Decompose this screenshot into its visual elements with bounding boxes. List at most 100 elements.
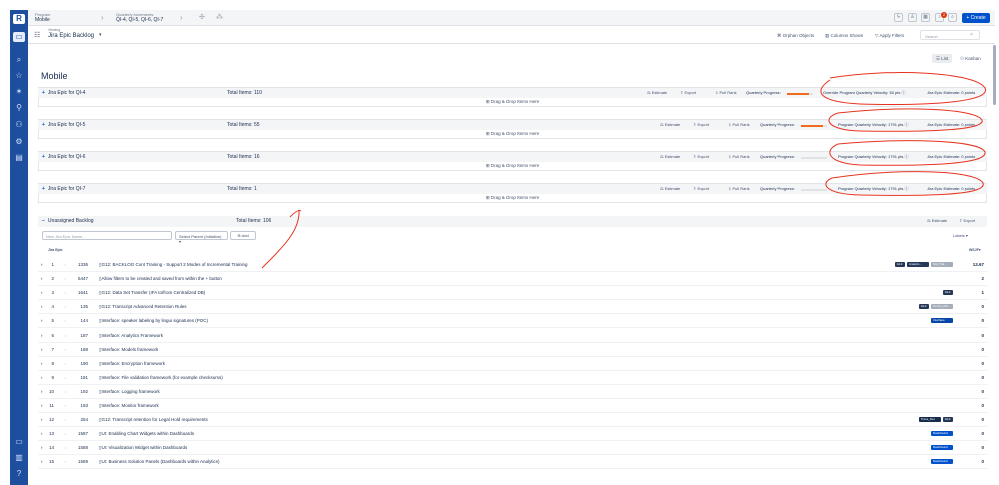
table-row[interactable]: › 7 ◌ 188 ▯Interface: Models framework 0 — [38, 343, 987, 357]
tab-list[interactable]: ☰ List — [932, 54, 953, 63]
table-row[interactable]: › 3 ◌ 1641 ▯G12: Data Set Transfer (IFA to/f… — [38, 286, 987, 301]
label-tag[interactable]: Dashboard — [931, 445, 953, 451]
row-title[interactable]: ▯Interface: Encryption framework — [99, 361, 165, 367]
estimate-button[interactable]: ⚖ Estimate — [647, 90, 667, 95]
new-epic-input[interactable]: New Jira Epic Name... — [42, 231, 172, 240]
collapse-icon[interactable]: − — [42, 218, 45, 224]
hierarchy-icon[interactable]: ⚲ — [13, 103, 25, 113]
table-row[interactable]: › 11 ◌ 193 ▯Interface: Monitor framework 0 — [38, 399, 987, 413]
row-id[interactable]: 1588 — [68, 445, 88, 450]
table-row[interactable]: › 1 ◌ 1336 ▯G12: BACKLOG Cont Training - Sup… — [38, 258, 987, 272]
row-title[interactable]: ▯UI: Enabling Chart Widgets within Dashb… — [99, 431, 194, 437]
label-tag[interactable]: G12 — [942, 290, 953, 296]
create-button[interactable]: + Create — [962, 13, 990, 23]
column-header-epic[interactable]: Jira Epic — [48, 248, 63, 252]
row-id[interactable]: 187 — [68, 333, 88, 338]
add-epic-button[interactable]: ⊕ Add — [230, 231, 256, 240]
pull-rank-button[interactable]: ⇩ Pull Rank — [728, 122, 750, 127]
sparkle-icon[interactable]: ✶ — [13, 87, 25, 97]
drop-zone[interactable]: ⊞ Drag & Drop Items Here — [38, 98, 987, 107]
label-tag[interactable]: Analytic... — [907, 262, 929, 267]
row-id[interactable]: 188 — [68, 347, 88, 352]
vertical-scrollbar[interactable] — [993, 45, 996, 105]
viewing-selector[interactable]: Jira Epic Backlog — [48, 33, 94, 39]
label-tag[interactable]: G12 — [894, 262, 905, 267]
row-id[interactable]: 144 — [68, 318, 88, 323]
drop-zone[interactable]: ⊞ Drag & Drop Items Here — [38, 162, 987, 171]
epic-section-header[interactable]: + Jira Epic for QI-5 Total Items: 55 ⚖ Esti… — [38, 119, 987, 130]
nodes-icon[interactable]: ⁂ — [216, 13, 223, 21]
label-tag[interactable]: Dashboard — [931, 431, 953, 437]
info-icon[interactable]: ⓘ — [905, 122, 909, 127]
estimate-button[interactable]: ⚖ Estimate — [660, 186, 680, 191]
row-title[interactable]: ▯G12: Transcript retention for Legal Hol… — [99, 417, 208, 423]
table-row[interactable]: › 4 ◌ 135 ▯G12: Transcript Advanced Retentio… — [38, 300, 987, 315]
label-tag[interactable]: Comm_Ret... — [931, 304, 953, 310]
estimate-button[interactable]: ⚖ Estimate — [927, 218, 947, 223]
chevron-down-icon[interactable]: ▾ — [99, 32, 102, 38]
info-icon[interactable]: ⓘ — [902, 90, 906, 95]
expand-icon[interactable]: + — [42, 154, 45, 160]
help-icon[interactable]: ? — [13, 469, 25, 479]
orphan-objects-button[interactable]: ⌘ Orphan Objects — [777, 33, 814, 39]
info-icon[interactable]: ⓘ — [905, 154, 909, 159]
row-title[interactable]: ▯Interface: Analytics Framework — [99, 333, 163, 339]
info-icon[interactable]: ⓘ — [905, 186, 909, 191]
row-id[interactable]: 191 — [68, 375, 88, 380]
row-title[interactable]: ▯Interface: File validation framework (f… — [99, 375, 223, 381]
label-tag[interactable]: Trans_Ret — [918, 417, 941, 423]
columns-shown-button[interactable]: ▥ Columns Shown — [825, 33, 863, 39]
table-row[interactable]: › 12 ◌ 254 ▯G12: Transcript retention for Le… — [38, 413, 987, 428]
epic-section-header[interactable]: + Jira Epic for QI-7 Total Items: 1 ⚖ Estim… — [38, 183, 987, 194]
row-title[interactable]: ▯UI: Business Solution Panels (Dashboard… — [99, 459, 220, 465]
label-tag[interactable]: Std_Trai... — [931, 262, 953, 267]
epic-section-header[interactable]: + Jira Epic for QI-6 Total Items: 16 ⚖ Esti… — [38, 151, 987, 162]
row-id[interactable]: 192 — [68, 389, 88, 394]
label-tag[interactable]: G12 — [942, 417, 953, 423]
apply-filters-button[interactable]: ▽ Apply Filters — [875, 33, 904, 39]
labels-dropdown[interactable]: Labels ▾ — [953, 233, 968, 238]
row-id[interactable]: 1589 — [68, 459, 88, 464]
export-button[interactable]: ⇪ Export — [693, 186, 709, 191]
drop-zone[interactable]: ⊞ Drag & Drop Items Here — [38, 194, 987, 203]
row-title[interactable]: ▯Interface: Monitor framework — [99, 403, 159, 409]
add-node-icon[interactable]: ✣ — [199, 13, 205, 21]
grid-icon[interactable]: ▦ — [921, 13, 930, 22]
label-tag[interactable]: Interface — [931, 318, 953, 324]
settings-icon[interactable]: ⚙ — [13, 137, 25, 147]
search-icon[interactable]: ⌕ — [13, 55, 25, 65]
row-title[interactable]: ▯Interface: speaker labeling by lingui s… — [99, 318, 208, 324]
table-row[interactable]: › 6 ◌ 187 ▯Interface: Analytics Framework 0 — [38, 329, 987, 343]
table-row[interactable]: › 2 ◌ 5447 ▯Allow filters to be created and … — [38, 272, 987, 287]
export-button[interactable]: ⇪ Export — [680, 90, 696, 95]
table-row[interactable]: › 10 ◌ 192 ▯Interface: Logging framework 0 — [38, 385, 987, 399]
table-row[interactable]: › 14 ◌ 1588 ▯UI: Visualization Widget within… — [38, 441, 987, 456]
export-button[interactable]: ⇪ Export — [693, 122, 709, 127]
select-parent-dropdown[interactable]: Select Parent (Initiative) ▾ — [175, 231, 228, 244]
team-icon[interactable]: ⚇ — [13, 120, 25, 130]
activity-icon[interactable]: ϟ — [894, 13, 903, 22]
table-row[interactable]: › 5 ◌ 144 ▯Interface: speaker labeling by li… — [38, 314, 987, 329]
table-row[interactable]: › 15 ◌ 1589 ▯UI: Business Solution Panels (D… — [38, 455, 987, 470]
clear-search-icon[interactable]: × — [970, 32, 973, 38]
row-title[interactable]: ▯Interface: Logging framework — [99, 389, 160, 395]
pull-rank-button[interactable]: ⇩ Pull Rank — [728, 186, 750, 191]
export-button[interactable]: ⇪ Export — [693, 154, 709, 159]
quarterly-increment-selector[interactable]: Quarterly Increments QI-4, QI-5, QI-6, Q… — [116, 12, 163, 23]
drop-zone[interactable]: ⊞ Drag & Drop Items Here — [38, 130, 987, 139]
star-icon[interactable]: ☆ — [13, 71, 25, 81]
row-title[interactable]: ▯G12: Data Set Transfer (IFA to/from Cen… — [99, 290, 205, 296]
estimate-button[interactable]: ⚖ Estimate — [660, 122, 680, 127]
row-id[interactable]: 190 — [68, 361, 88, 366]
estimate-button[interactable]: ⚖ Estimate — [660, 154, 680, 159]
program-selector[interactable]: Program Mobile — [35, 12, 50, 23]
row-id[interactable]: 1336 — [68, 262, 88, 267]
column-header-wsjf[interactable]: WSJF▾ — [969, 248, 981, 252]
report-icon[interactable]: ▥ — [13, 453, 25, 463]
row-id[interactable]: 5447 — [68, 276, 88, 281]
row-id[interactable]: 193 — [68, 403, 88, 408]
row-title[interactable]: ▯Allow filters to be created and saved f… — [99, 276, 222, 282]
tab-kanban[interactable]: ⚇ Kanban — [956, 54, 985, 63]
search-icon[interactable]: ⌕ — [948, 13, 957, 22]
expand-icon[interactable]: + — [42, 122, 45, 128]
